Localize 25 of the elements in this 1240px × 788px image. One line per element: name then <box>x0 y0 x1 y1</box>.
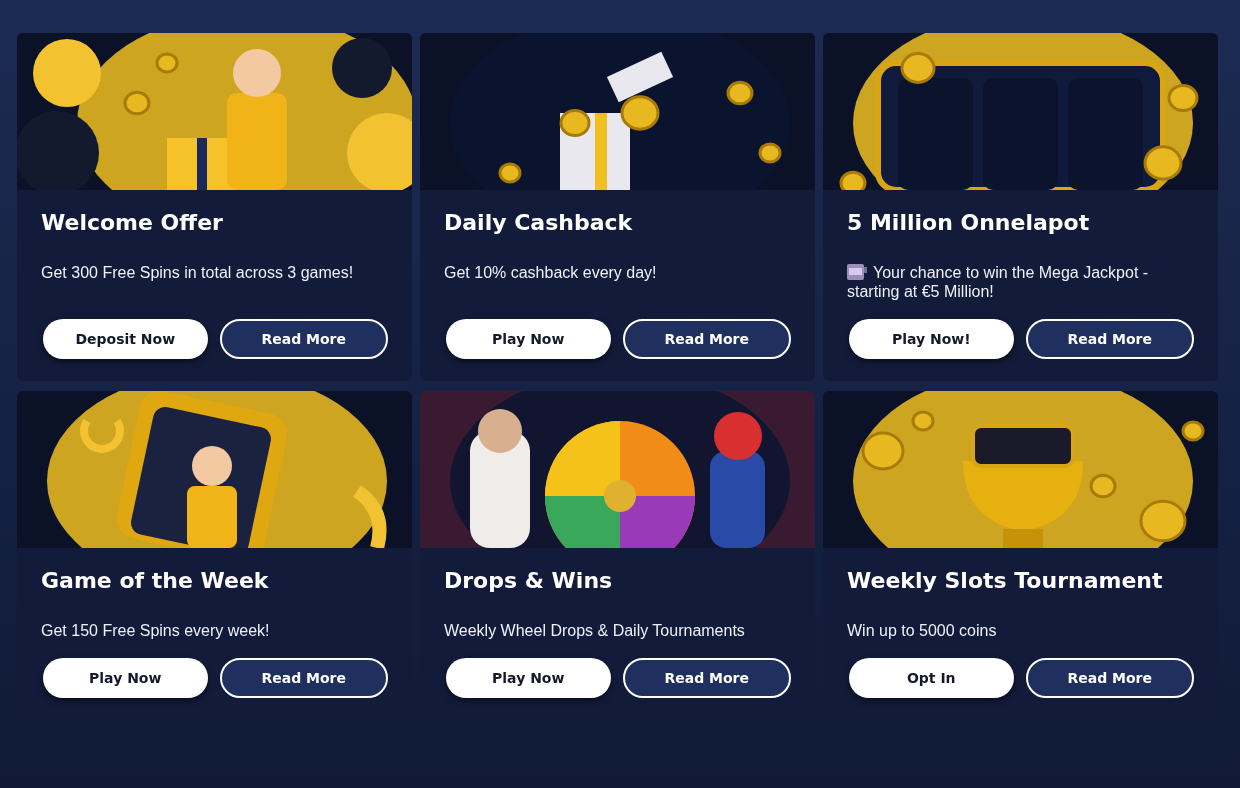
card-description: Weekly Wheel Drops & Daily Tournaments <box>444 621 746 640</box>
card-title: Game of the Week <box>41 568 270 593</box>
action-button[interactable]: Opt In <box>849 658 1014 698</box>
card-description: Get 300 Free Spins in total across 3 games! <box>41 263 355 282</box>
read-more-button[interactable]: Read More <box>622 319 791 359</box>
card-description: Win up to 5000 coins <box>847 621 998 640</box>
read-more-button[interactable]: Read More <box>622 658 791 698</box>
card-title: 5 Million Onnelapot <box>847 210 1091 235</box>
action-button[interactable]: Play Now <box>446 658 611 698</box>
slot-machine-icon <box>847 264 867 280</box>
read-more-button[interactable]: Read More <box>219 319 388 359</box>
card-title: Weekly Slots Tournament <box>847 568 1164 593</box>
read-more-button[interactable]: Read More <box>1025 658 1194 698</box>
card-description: Your chance to win the Mega Jackpot - starting at €5 Million! <box>847 263 1150 301</box>
action-button[interactable]: Play Now <box>43 658 208 698</box>
action-button[interactable]: Play Now <box>446 319 611 359</box>
action-button[interactable]: Play Now! <box>849 319 1014 359</box>
read-more-button[interactable]: Read More <box>1025 319 1194 359</box>
card-title: Daily Cashback <box>444 210 634 235</box>
card-title: Drops & Wins <box>444 568 614 593</box>
card-description: Get 150 Free Spins every week! <box>41 621 271 640</box>
card-description: Get 10% cashback every day! <box>444 263 658 282</box>
read-more-button[interactable]: Read More <box>219 658 388 698</box>
card-title: Welcome Offer <box>41 210 224 235</box>
action-button[interactable]: Deposit Now <box>43 319 208 359</box>
